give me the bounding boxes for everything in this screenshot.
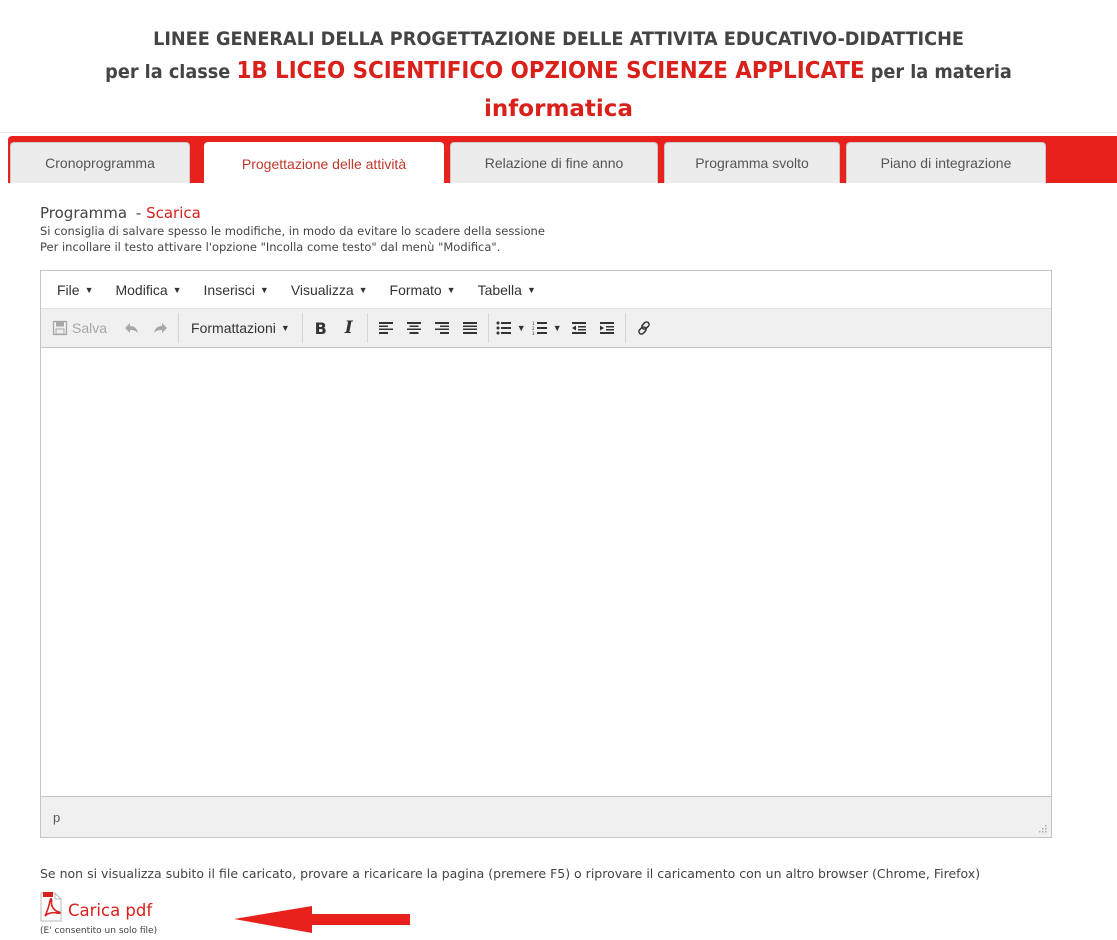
italic-button[interactable]: I [335, 314, 363, 342]
download-link[interactable]: Scarica [146, 204, 201, 222]
bullet-list-icon [496, 321, 511, 335]
menu-label: Visualizza [290, 281, 354, 298]
tab-label: Cronoprogramma [45, 155, 155, 171]
tab-label: Piano di integrazione [880, 155, 1012, 171]
upload-note: Se non si visualizza subito il file cari… [40, 866, 981, 881]
align-justify-button[interactable] [456, 314, 484, 342]
page-header: LINEE GENERALI DELLA PROGETTAZIONE DELLE… [0, 0, 1117, 133]
align-group [368, 313, 489, 343]
menu-label: Modifica [115, 281, 168, 298]
menu-formato[interactable]: Formato ▼ [379, 282, 467, 298]
tab-bar: Cronoprogramma Progettazione delle attiv… [8, 136, 1117, 184]
bullet-list-button[interactable]: ▼ [493, 314, 529, 342]
subject-name: informatica [484, 96, 633, 122]
bold-icon: B [314, 318, 327, 338]
class-prefix: per la classe [105, 61, 231, 83]
align-center-icon [406, 322, 421, 334]
class-name: 1B LICEO SCIENTIFICO OPZIONE SCIENZE APP… [236, 58, 865, 84]
svg-text:3: 3 [532, 331, 535, 335]
save-button[interactable]: Salva [49, 314, 110, 342]
align-right-button[interactable] [428, 314, 456, 342]
tab-piano-integrazione[interactable]: Piano di integrazione [846, 142, 1046, 183]
tab-programma-svolto[interactable]: Programma svolto [664, 142, 840, 183]
menu-tabella[interactable]: Tabella ▼ [467, 282, 547, 298]
caret-down-icon: ▼ [552, 323, 562, 333]
tab-progettazione[interactable]: Progettazione delle attività [204, 142, 444, 184]
editor-statusbar: p [41, 796, 1051, 837]
caret-down-icon: ▼ [259, 284, 269, 295]
rich-text-editor: File ▼ Modifica ▼ Inserisci ▼ Visualizza ▼ F… [40, 270, 1052, 838]
page-subtitle: per la classe 1B LICEO SCIENTIFICO OPZIO… [39, 58, 1078, 84]
menu-visualizza[interactable]: Visualizza ▼ [280, 282, 379, 298]
link-button[interactable] [630, 314, 658, 342]
formats-label: Formattazioni [191, 320, 276, 336]
tab-cronoprogramma[interactable]: Cronoprogramma [10, 142, 190, 183]
undo-button[interactable] [118, 314, 146, 342]
caret-down-icon: ▼ [172, 284, 182, 295]
numbered-list-button[interactable]: 123 ▼ [529, 314, 565, 342]
indent-button[interactable] [593, 314, 621, 342]
numbered-list-icon: 123 [532, 321, 547, 335]
pdf-file-icon [40, 892, 62, 922]
caret-down-icon: ▼ [358, 284, 368, 295]
tab-label: Progettazione delle attività [241, 155, 407, 172]
save-label: Salva [72, 320, 108, 336]
indent-icon [599, 322, 614, 334]
arrow-left-icon [234, 906, 410, 933]
menu-label: File [57, 281, 80, 298]
outdent-icon [571, 322, 586, 334]
undo-icon [125, 323, 139, 333]
align-right-icon [434, 322, 449, 334]
save-hint: Si consiglia di salvare spesso le modifi… [40, 224, 545, 238]
link-group [626, 313, 662, 343]
menu-label: Tabella [477, 281, 522, 298]
menu-modifica[interactable]: Modifica ▼ [104, 282, 192, 298]
floppy-disk-icon [52, 320, 68, 336]
caret-down-icon: ▼ [446, 284, 456, 295]
history-group: Salva [45, 313, 180, 343]
list-group: ▼ 123 ▼ [489, 313, 626, 343]
menu-inserisci[interactable]: Inserisci ▼ [193, 282, 280, 298]
menu-label: Inserisci [203, 281, 255, 298]
caret-down-icon: ▼ [84, 284, 94, 295]
upload-pdf-button[interactable]: Carica pdf [38, 892, 152, 922]
paste-hint: Per incollare il testo attivare l'opzion… [40, 240, 501, 254]
align-left-icon [378, 322, 393, 334]
menu-label: Formato [389, 281, 442, 298]
tab-label: Programma svolto [695, 155, 809, 171]
caret-down-icon: ▼ [516, 323, 526, 333]
redo-button[interactable] [146, 314, 174, 342]
italic-icon: I [344, 318, 353, 338]
caret-down-icon: ▼ [280, 323, 290, 333]
tab-label: Relazione di fine anno [484, 155, 624, 171]
caret-down-icon: ▼ [526, 284, 536, 295]
outdent-button[interactable] [565, 314, 593, 342]
bold-button[interactable]: B [307, 314, 335, 342]
format-group: Formattazioni ▼ [179, 313, 303, 343]
redo-icon [154, 323, 168, 333]
link-icon [637, 321, 650, 335]
upload-subnote: (E' consentito un solo file) [40, 926, 158, 936]
resize-handle-icon[interactable] [1037, 823, 1047, 833]
editor-content-area[interactable] [41, 348, 1051, 796]
editor-toolbar: Salva Formattazioni ▼ B I ▼ 1 2 3 ▼ [41, 309, 1051, 348]
align-center-button[interactable] [400, 314, 428, 342]
align-left-button[interactable] [372, 314, 400, 342]
editor-menubar: File ▼ Modifica ▼ Inserisci ▼ Visualizza ▼ F… [41, 271, 1051, 309]
page-title: LINEE GENERALI DELLA PROGETTAZIONE DELLE… [153, 28, 964, 50]
tab-relazione[interactable]: Relazione di fine anno [450, 142, 658, 183]
menu-file[interactable]: File ▼ [46, 282, 104, 298]
program-separator: - [135, 204, 142, 222]
program-section: Programma - Scarica Si consiglia di salv… [40, 204, 1100, 255]
element-path[interactable]: p [53, 810, 60, 825]
align-justify-icon [462, 322, 477, 334]
style-group: B I [303, 313, 368, 343]
program-title: Programma [40, 204, 128, 222]
formats-dropdown[interactable]: Formattazioni ▼ [183, 314, 298, 342]
subject-prefix: per la materia [870, 61, 1012, 83]
upload-pdf-label: Carica pdf [68, 900, 153, 920]
program-heading: Programma - Scarica [40, 204, 1100, 222]
